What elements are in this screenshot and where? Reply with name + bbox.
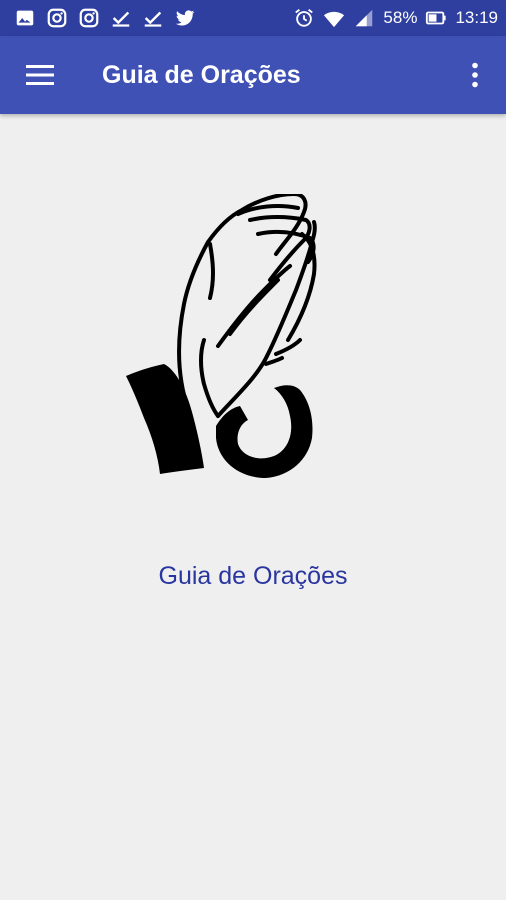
instagram-icon [78,7,100,29]
check-download-icon [110,7,132,29]
battery-percent: 58% [383,8,418,27]
clock: 13:19 [455,8,498,27]
wifi-icon [323,7,345,29]
signal-icon [353,7,375,29]
main-content: Guia de Orações [0,114,506,900]
twitter-icon [174,7,196,29]
overflow-menu-button[interactable] [444,36,506,114]
hamburger-menu-icon [26,65,54,85]
navigation-menu-button[interactable] [0,36,80,114]
app-bar: Guia de Orações [0,36,506,114]
notification-icons [14,7,196,29]
gallery-icon [14,7,36,29]
praying-hands-icon [126,194,317,478]
battery-icon [425,7,447,29]
more-vert-icon [472,62,478,88]
check-download-icon [142,7,164,29]
page-title: Guia de Orações [102,60,301,89]
alarm-icon [293,7,315,29]
system-status: 58% 13:19 [293,7,498,29]
app-name-label: Guia de Orações [158,562,348,590]
instagram-icon [46,7,68,29]
status-bar: 58% 13:19 [0,0,506,36]
